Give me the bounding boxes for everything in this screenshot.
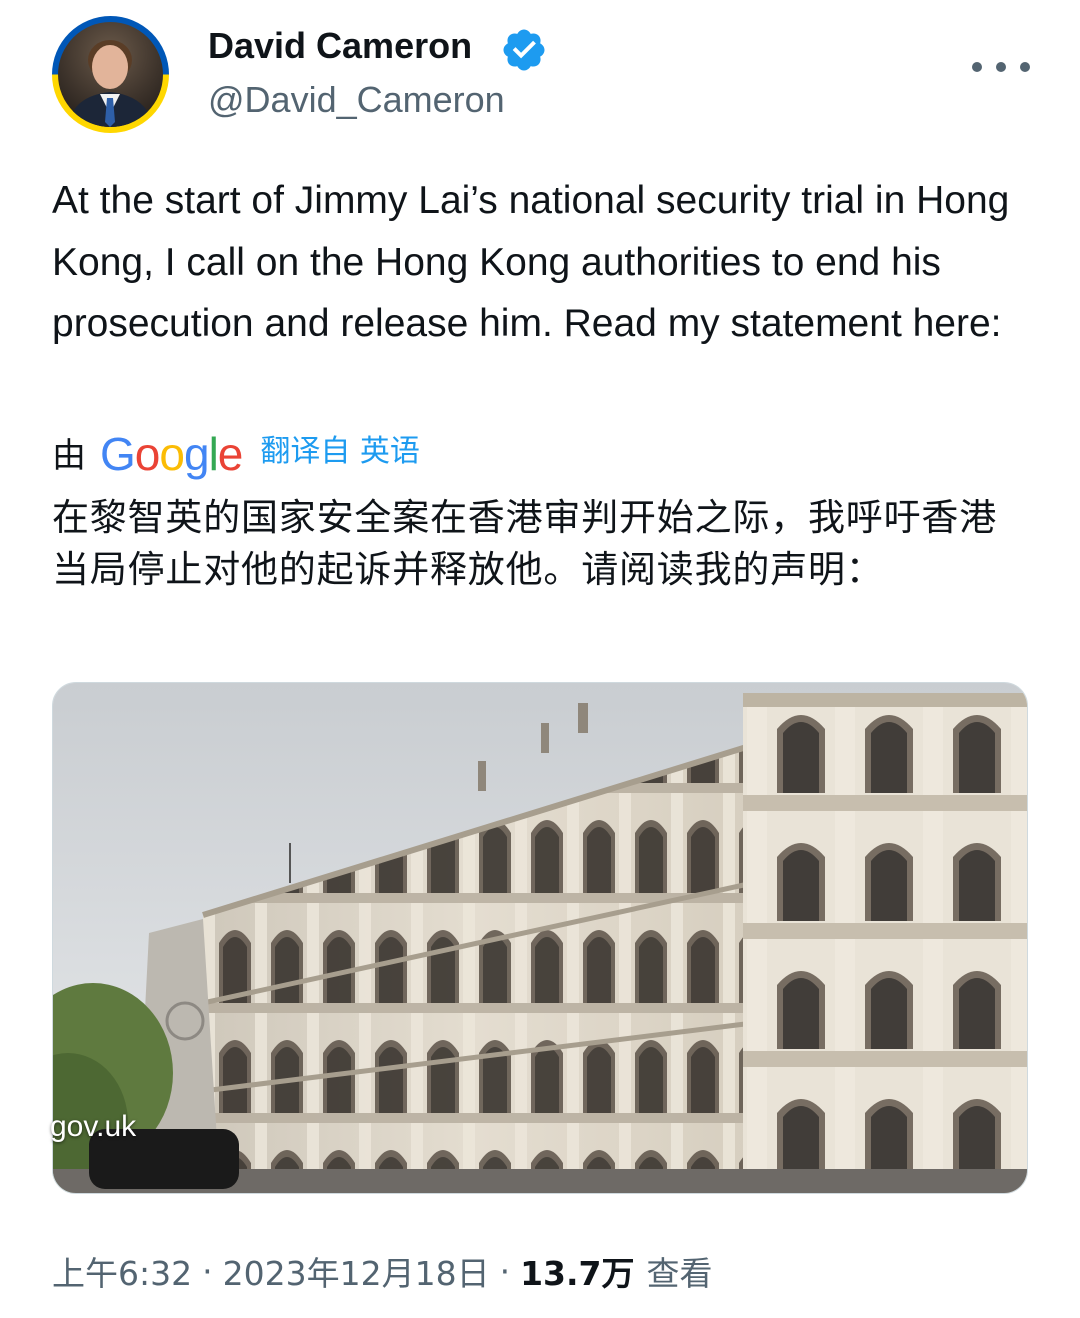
- link-card-image[interactable]: [52, 682, 1028, 1194]
- user-handle[interactable]: @David_Cameron: [208, 76, 505, 124]
- meta-separator: ·: [499, 1251, 511, 1291]
- google-logo: Google: [100, 428, 243, 480]
- translated-from-link[interactable]: 翻译自 英语: [260, 426, 420, 470]
- translated-by-label: 由: [52, 435, 86, 476]
- views-count: 13.7万: [520, 1254, 635, 1293]
- views-label: 查看: [646, 1254, 713, 1293]
- tweet-time-link[interactable]: 上午6:32: [52, 1247, 192, 1295]
- avatar-portrait-icon: [68, 40, 153, 127]
- meta-separator: ·: [202, 1251, 213, 1291]
- avatar-photo: [58, 22, 163, 127]
- tweet-date-link[interactable]: 2023年12月18日: [223, 1247, 490, 1295]
- avatar[interactable]: [52, 16, 169, 133]
- more-horizontal-icon: [972, 62, 982, 72]
- more-horizontal-icon: [1020, 62, 1030, 72]
- tweet-text: At the start of Jimmy Lai’s national sec…: [52, 179, 1010, 345]
- verified-badge-icon: [503, 29, 545, 71]
- translation-attribution: 由 Google 翻译自 英语: [52, 424, 420, 480]
- tweet-meta: 上午6:32 · 2023年12月18日 · 13.7万 查看: [52, 1246, 713, 1296]
- more-options-button[interactable]: [972, 50, 1030, 84]
- card-domain-label: gov.uk: [50, 1110, 137, 1143]
- translated-text: 在黎智英的国家安全案在香港审判开始之际，我呼吁香港当局停止对他的起诉并释放他。请…: [52, 496, 997, 591]
- building-photo: [53, 683, 1027, 1193]
- display-name[interactable]: David Cameron: [208, 22, 472, 70]
- more-horizontal-icon: [996, 62, 1006, 72]
